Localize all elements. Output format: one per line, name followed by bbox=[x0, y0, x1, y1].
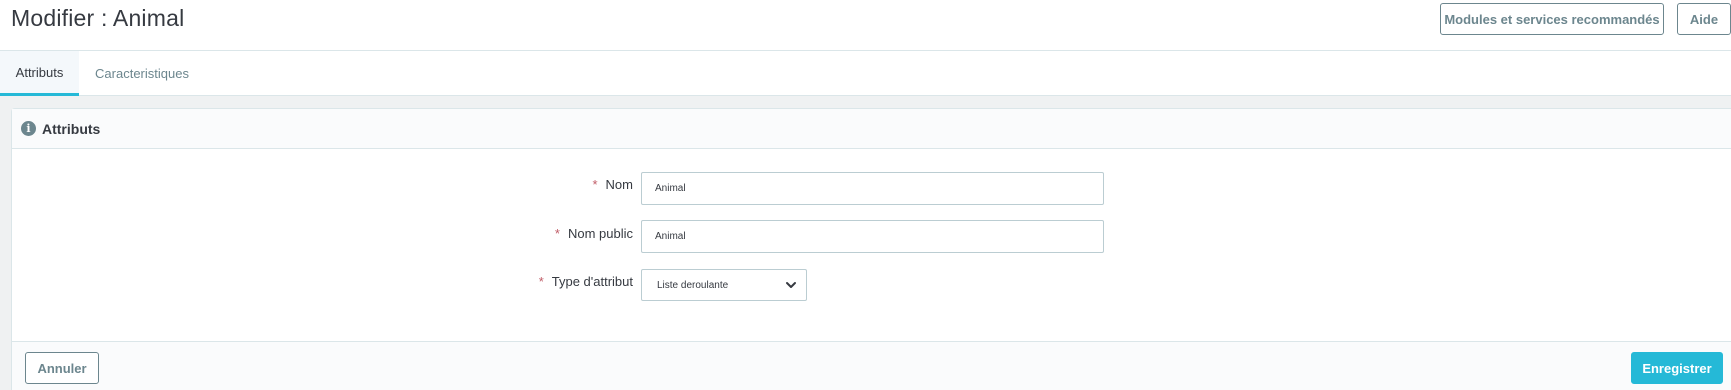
type-attribut-select[interactable]: Liste deroulante bbox=[641, 269, 807, 301]
cancel-button[interactable]: Annuler bbox=[25, 352, 99, 384]
tab-bar: Attributs Caracteristiques bbox=[0, 50, 1731, 96]
modules-services-button[interactable]: Modules et services recommandés bbox=[1440, 3, 1664, 35]
required-marker: * bbox=[592, 177, 598, 192]
required-marker: * bbox=[538, 274, 544, 289]
nom-public-input[interactable]: Animal bbox=[641, 220, 1104, 253]
chevron-down-icon bbox=[786, 282, 796, 288]
type-attribut-label: * Type d'attribut bbox=[538, 274, 633, 289]
nom-label: * Nom bbox=[592, 177, 633, 192]
info-icon: i bbox=[21, 121, 36, 136]
panel-heading: i Attributs bbox=[12, 109, 1731, 149]
help-button[interactable]: Aide bbox=[1677, 3, 1731, 35]
page-title: Modifier : Animal bbox=[11, 5, 185, 31]
panel-title: Attributs bbox=[42, 121, 101, 137]
tab-caracteristiques[interactable]: Caracteristiques bbox=[87, 51, 197, 96]
page-header: Modifier : Animal Modules et services re… bbox=[0, 0, 1731, 50]
select-value: Liste deroulante bbox=[657, 279, 729, 291]
tab-attributs[interactable]: Attributs bbox=[0, 51, 79, 96]
nom-input[interactable]: Animal bbox=[641, 172, 1104, 205]
save-button[interactable]: Enregistrer bbox=[1631, 352, 1723, 384]
panel-footer: Annuler Enregistrer bbox=[12, 341, 1731, 390]
required-marker: * bbox=[554, 226, 560, 241]
nom-public-label: * Nom public bbox=[554, 226, 633, 241]
